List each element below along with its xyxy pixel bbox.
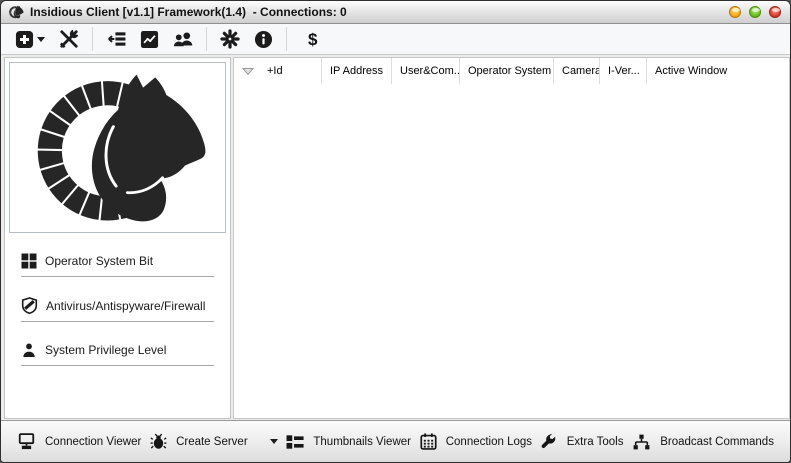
column-header-active-window[interactable]: Active Window — [647, 58, 789, 84]
trojan-horse-logo — [22, 69, 214, 227]
donate-button[interactable]: $ — [296, 29, 329, 50]
divider — [21, 321, 214, 322]
chevron-down-icon — [37, 36, 45, 42]
broadcast-commands-button[interactable]: Broadcast Commands — [632, 434, 774, 450]
users-button[interactable] — [169, 28, 197, 50]
table-header-row: +Id IP Address User&Com... Operator Syst… — [234, 58, 789, 84]
pipe-network-icon — [633, 434, 650, 449]
top-toolbar: $ — [1, 24, 790, 55]
create-server-button[interactable]: Create Server — [150, 433, 278, 450]
sidebar-item-os-bit: Operator System Bit — [9, 253, 226, 277]
minimize-button[interactable] — [729, 6, 741, 18]
divider — [21, 276, 214, 277]
about-button[interactable] — [250, 28, 277, 51]
column-header-os[interactable]: Operator System — [460, 58, 554, 84]
add-server-icon — [15, 30, 34, 48]
settings-tools-button[interactable] — [55, 27, 83, 51]
column-header-camera[interactable]: Camera — [554, 58, 600, 84]
app-logo-horse-icon — [8, 5, 24, 19]
tools-icon — [60, 29, 79, 48]
bottom-toolbar: Connection Viewer Create Server Thumbnai… — [1, 420, 790, 462]
burst-icon — [220, 29, 240, 49]
bottom-item-label: Extra Tools — [566, 435, 624, 448]
bottom-item-label: Thumbnails Viewer — [313, 435, 411, 448]
toolbar-separator — [286, 27, 287, 51]
chevron-down-icon[interactable] — [269, 439, 278, 444]
close-button[interactable] — [769, 6, 781, 18]
shield-icon — [21, 297, 38, 314]
column-header-label: Camera — [562, 65, 600, 77]
sidebar-item-privilege: System Privilege Level — [9, 342, 226, 366]
divider — [21, 365, 214, 366]
thumbnails-viewer-button[interactable]: Thumbnails Viewer — [286, 434, 411, 450]
os-squares-icon — [21, 253, 37, 269]
logo-panel — [9, 62, 226, 233]
bottom-item-label: Create Server — [176, 435, 248, 448]
users-icon — [173, 32, 193, 47]
monitor-network-icon — [18, 433, 35, 450]
connection-logs-button[interactable]: Connection Logs — [420, 433, 532, 450]
column-header-label: IP Address — [330, 65, 383, 77]
sidebar-item-antivirus: Antivirus/Antispyware/Firewall — [9, 297, 226, 322]
column-header-user[interactable]: User&Com... — [392, 58, 460, 84]
builder-settings-button[interactable] — [216, 27, 244, 51]
add-server-button[interactable] — [11, 28, 49, 51]
column-header-version[interactable]: I-Ver... — [600, 58, 647, 84]
wrench-icon — [541, 433, 556, 449]
bottom-item-label: Connection Logs — [445, 435, 533, 448]
column-header-label: I-Ver... — [608, 65, 640, 77]
bug-icon — [150, 433, 167, 449]
window-title: Insidious Client [v1.1] Framework(1.4) -… — [30, 5, 347, 19]
bottom-item-label: Broadcast Commands — [660, 435, 774, 448]
table-body-empty — [234, 84, 789, 418]
maximize-button[interactable] — [749, 6, 761, 18]
main-area: Operator System Bit Antivirus/Antispywar… — [1, 55, 790, 420]
thumbnail-list-icon — [286, 434, 304, 449]
column-header-label: Operator System — [468, 65, 552, 77]
title-bar[interactable]: Insidious Client [v1.1] Framework(1.4) -… — [1, 1, 790, 24]
column-header-label: User&Com... — [400, 65, 460, 77]
column-header-ip[interactable]: IP Address — [322, 58, 392, 84]
sidebar-item-label: Operator System Bit — [45, 254, 154, 268]
calendar-icon — [420, 433, 437, 450]
toolbar-separator — [92, 27, 93, 51]
connections-table: +Id IP Address User&Com... Operator Syst… — [233, 57, 790, 419]
statistics-button[interactable] — [136, 28, 163, 51]
connection-viewer-button[interactable]: Connection Viewer — [17, 433, 141, 450]
filter-dropdown-icon[interactable] — [242, 67, 254, 76]
sidebar-item-label: Antivirus/Antispyware/Firewall — [46, 298, 206, 313]
assign-list-button[interactable] — [102, 29, 130, 49]
chart-icon — [140, 30, 159, 48]
dollar-icon: $ — [308, 29, 318, 49]
column-header-label: +Id — [267, 65, 283, 77]
extra-tools-button[interactable]: Extra Tools — [541, 433, 624, 450]
info-icon — [254, 30, 273, 48]
column-header-id[interactable]: +Id — [234, 58, 322, 84]
assign-list-icon — [108, 32, 126, 46]
app-window: Insidious Client [v1.1] Framework(1.4) -… — [0, 0, 791, 463]
info-sidebar: Operator System Bit Antivirus/Antispywar… — [4, 57, 231, 419]
column-header-label: Active Window — [655, 65, 728, 77]
sidebar-item-label: System Privilege Level — [45, 343, 167, 357]
person-icon — [23, 343, 35, 357]
toolbar-separator — [206, 27, 207, 51]
window-controls — [729, 6, 781, 18]
bottom-item-label: Connection Viewer — [45, 435, 142, 448]
